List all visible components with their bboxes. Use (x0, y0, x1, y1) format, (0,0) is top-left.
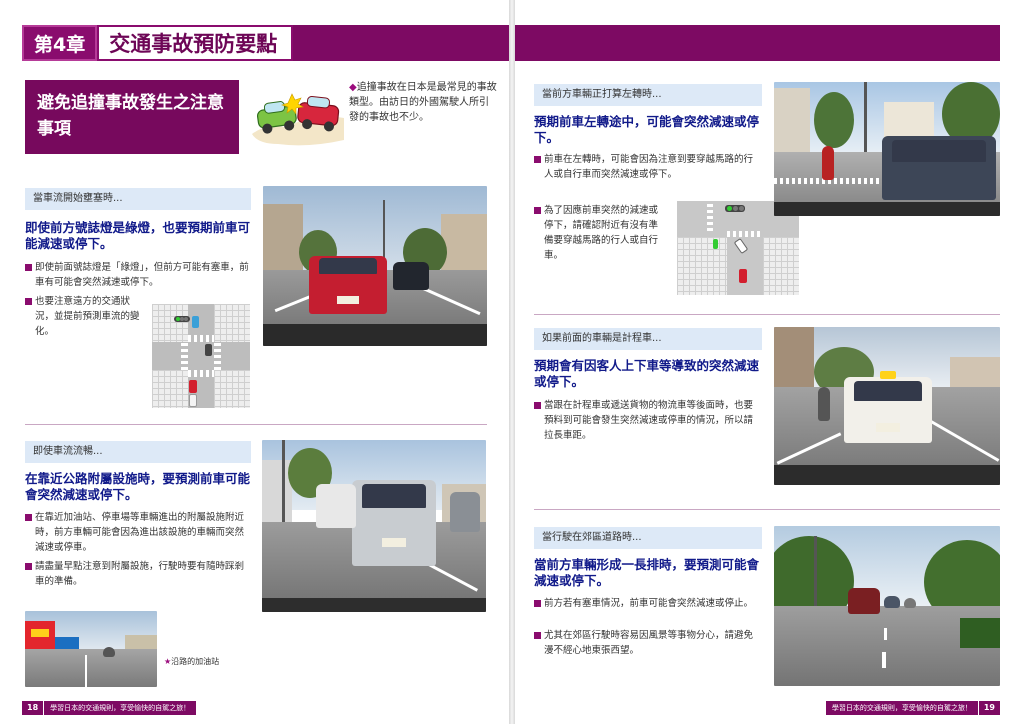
left-page: 第4章 交通事故預防要點 避免追撞事故發生之注意事項 ◆追撞事故在日本是最常見的… (0, 0, 509, 724)
chapter-bar: 第4章 交通事故預防要點 (22, 25, 509, 61)
bullet-item: 前車在左轉時，可能會因為注意到要穿越馬路的行人或自行車而突然減速或停下。 (534, 152, 762, 182)
bicycle-icon (713, 239, 718, 249)
bullet-item: 在靠近加油站、停車場等車輛進出的附屬設施附近時，前方車輛可能會因為進出該設施的車… (25, 510, 251, 555)
caption-gas-station: ★沿路的加油站 (164, 657, 220, 666)
block-header-congestion: 當車流開始壅塞時... (25, 188, 251, 210)
photo-suburban-road-queue (774, 526, 1000, 686)
chapter-title: 交通事故預防要點 (97, 25, 294, 61)
section-divider (25, 424, 487, 425)
block-lead-facilities: 在靠近公路附屬設施時，要預測前車可能會突然減速或停下。 (25, 471, 251, 502)
footer-slogan: 學習日本的交通規則，享受愉快的自駕之旅！ (825, 701, 979, 715)
block-header-left-turn: 當前方車輛正打算左轉時... (534, 84, 762, 106)
bullet-item: 尤其在郊區行駛時容易因風景等事物分心，請避免漫不經心地東張西望。 (534, 628, 762, 658)
intersection-diagram-green-light (152, 304, 250, 408)
photo-red-car-green-light (263, 186, 487, 346)
page-number: 19 (978, 701, 1000, 715)
page-number: 18 (22, 701, 44, 715)
block-lead-left-turn: 預期前車左轉途中，可能會突然減速或停下。 (534, 114, 760, 145)
block-lead-taxi: 預期會有因客人上下車等導致的突然減速或停下。 (534, 358, 760, 389)
section-divider (534, 509, 1000, 510)
photo-left-turn-cyclist (774, 82, 1000, 216)
bullet-item: 也要注意遠方的交通狀況，並提前預測車流的變化。 (25, 294, 145, 339)
taxi-sign-icon (880, 371, 896, 379)
block-lead-congestion: 即使前方號誌燈是綠燈，也要預期前車可能減速或停下。 (25, 220, 251, 251)
right-page: 當前方車輛正打算左轉時... 預期前車左轉途中，可能會突然減速或停下。 前車在左… (515, 0, 1024, 724)
block-header-smooth-traffic: 即使車流流暢... (25, 441, 251, 463)
block-header-suburban: 當行駛在郊區道路時... (534, 527, 762, 549)
photo-silver-car-near-facility (262, 440, 486, 612)
bullet-item: 前方若有塞車情況，前車可能會突然減速或停止。 (534, 596, 762, 611)
bullet-item: 當跟在計程車或遞送貨物的物流車等後面時，也要預料到可能會發生突然減速或停車的情況… (534, 398, 762, 443)
chapter-bar-continuation (515, 25, 1000, 61)
photo-taxi-ahead (774, 327, 1000, 485)
block-header-taxi: 如果前面的車輛是計程車... (534, 328, 762, 350)
traffic-light-icon (725, 205, 745, 212)
bullet-item: 為了因應前車突然的減速或停下，請確認附近有沒有準備要穿越馬路的行人或自行車。 (534, 203, 666, 263)
photo-roadside-gas-station (25, 611, 157, 687)
block-lead-suburban: 當前方車輛形成一長排時，要預測可能會減速或停下。 (534, 557, 760, 588)
chapter-number: 第4章 (22, 25, 98, 61)
traffic-light-icon (174, 316, 190, 322)
license-plate (337, 296, 359, 304)
footer-left: 18 學習日本的交通規則，享受愉快的自駕之旅！ (22, 701, 197, 715)
bullet-item: 請盡量早點注意到附屬設施，行駛時要有隨時踩剎車的準備。 (25, 559, 251, 589)
license-plate (382, 538, 406, 547)
intro-text: 追撞事故在日本是最常見的事故類型。由訪日的外國駕駛人所引發的事故也不少。 (349, 82, 497, 123)
diamond-icon: ◆ (349, 82, 357, 93)
license-plate (876, 423, 900, 432)
intro-note: ◆追撞事故在日本是最常見的事故類型。由訪日的外國駕駛人所引發的事故也不少。 (349, 80, 497, 125)
footer-right: 學習日本的交通規則，享受愉快的自駕之旅！ 19 (825, 701, 1000, 715)
footer-slogan: 學習日本的交通規則，享受愉快的自駕之旅！ (43, 701, 197, 715)
chapter-bar-fill (293, 25, 509, 61)
section-divider (534, 314, 1000, 315)
rear-end-collision-illustration (252, 93, 344, 146)
bullet-item: 即使前面號誌燈是「綠燈」，但前方可能有塞車，前車有可能會突然減速或停下。 (25, 260, 251, 290)
section-title: 避免追撞事故發生之注意事項 (25, 80, 239, 154)
